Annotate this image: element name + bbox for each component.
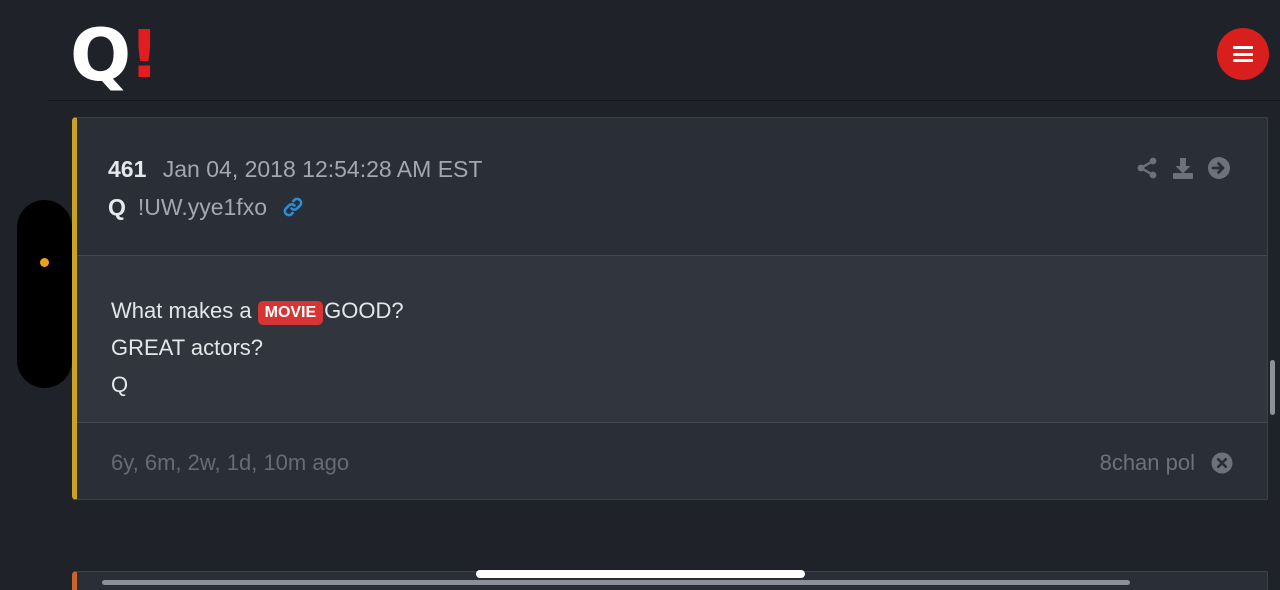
- post-body: What makes a MOVIE GOOD? GREAT actors? Q: [77, 256, 1267, 423]
- horizontal-scrollbar[interactable]: [102, 580, 1130, 585]
- post-message: What makes a MOVIE GOOD? GREAT actors? Q: [111, 292, 404, 403]
- post-date: Jan 04, 2018 12:54:28 AM EST: [162, 156, 483, 182]
- header-divider: [48, 100, 1280, 101]
- vertical-scrollbar[interactable]: [1270, 360, 1275, 415]
- side-handle[interactable]: [17, 200, 72, 388]
- logo[interactable]: Q !: [70, 13, 160, 97]
- home-indicator[interactable]: [476, 570, 805, 578]
- post-author: Q: [108, 194, 126, 220]
- hamburger-menu-icon: [1233, 46, 1253, 62]
- post-footer: 6y, 6m, 2w, 1d, 10m ago 8chan pol: [77, 423, 1267, 499]
- post-header: 461 Jan 04, 2018 12:54:28 AM EST Q !UW.y…: [77, 118, 1267, 256]
- logo-letter: Q: [70, 13, 131, 97]
- download-icon[interactable]: [1171, 156, 1195, 180]
- post-tripcode: !UW.yye1fxo: [137, 194, 267, 220]
- post-text-segment: GOOD?: [324, 298, 404, 323]
- logo-mark: !: [129, 16, 160, 93]
- post-author-line: Q !UW.yye1fxo: [108, 192, 305, 222]
- arrow-right-circle-icon[interactable]: [1207, 156, 1231, 180]
- menu-button[interactable]: [1217, 28, 1269, 80]
- status-dot: [40, 258, 49, 267]
- post-line: What makes a MOVIE GOOD?: [111, 292, 404, 329]
- post-source[interactable]: 8chan pol: [1100, 448, 1195, 478]
- keyword-tag[interactable]: MOVIE: [257, 300, 324, 325]
- post-meta: 461 Jan 04, 2018 12:54:28 AM EST: [108, 154, 482, 184]
- post-number[interactable]: 461: [108, 156, 146, 182]
- post-age: 6y, 6m, 2w, 1d, 10m ago: [111, 450, 350, 475]
- post-text-segment: What makes a: [111, 298, 252, 323]
- app-header: Q !: [0, 0, 1280, 100]
- share-icon[interactable]: [1135, 156, 1159, 180]
- post-line: GREAT actors?: [111, 335, 264, 360]
- post-card: 461 Jan 04, 2018 12:54:28 AM EST Q !UW.y…: [72, 117, 1268, 500]
- link-icon[interactable]: [281, 195, 305, 219]
- close-circle-icon[interactable]: [1211, 452, 1233, 474]
- post-line: Q: [111, 372, 129, 397]
- post-actions: [1135, 156, 1231, 180]
